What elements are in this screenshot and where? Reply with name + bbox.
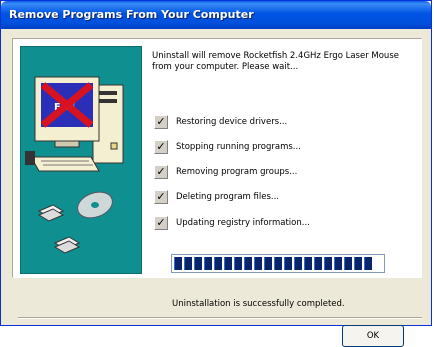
checkmark-icon: ✓ (154, 165, 168, 179)
side-illustration-panel: EXE (20, 46, 142, 274)
task-row: ✓ Stopping running programs... (154, 140, 414, 157)
task-row: ✓ Updating registry information... (154, 216, 414, 233)
task-label: Removing program groups... (176, 167, 298, 177)
task-row: ✓ Deleting program files... (154, 190, 414, 207)
uninstall-dialog: Remove Programs From Your Computer EXE (0, 0, 432, 347)
progress-segment (194, 257, 202, 270)
task-label: Deleting program files... (176, 192, 280, 202)
task-label: Restoring device drivers... (176, 117, 288, 127)
progress-fill (174, 257, 382, 270)
progress-segment (184, 257, 192, 270)
progress-segment (324, 257, 332, 270)
checkmark-icon: ✓ (154, 115, 168, 129)
task-row: ✓ Removing program groups... (154, 165, 414, 182)
progress-segment (334, 257, 342, 270)
progress-segment (304, 257, 312, 270)
progress-segment (314, 257, 322, 270)
dialog-body: EXE (4, 29, 428, 347)
checkmark-icon: ✓ (154, 190, 168, 204)
task-row: ✓ Restoring device drivers... (154, 115, 414, 132)
uninstall-message: Uninstall will remove Rocketfish 2.4GHz … (152, 51, 399, 72)
progress-segment (214, 257, 222, 270)
task-label: Stopping running programs... (176, 142, 301, 152)
progress-bar (171, 254, 385, 273)
task-label: Updating registry information... (176, 218, 310, 228)
content-frame: EXE (12, 38, 422, 309)
progress-segment (244, 257, 252, 270)
progress-segment (254, 257, 262, 270)
progress-segment (264, 257, 272, 270)
progress-segment (224, 257, 232, 270)
progress-segment (204, 257, 212, 270)
progress-segment (284, 257, 292, 270)
computer-with-uninstall-x-icon: EXE (25, 76, 124, 254)
progress-segment (344, 257, 352, 270)
window-title: Remove Programs From Your Computer (9, 8, 254, 21)
divider (18, 317, 422, 319)
progress-segment (234, 257, 242, 270)
checkmark-icon: ✓ (154, 216, 168, 230)
progress-segment (354, 257, 362, 270)
progress-segment (274, 257, 282, 270)
progress-segment (174, 257, 182, 270)
ok-button[interactable]: OK (342, 325, 404, 347)
checkmark-icon: ✓ (154, 140, 168, 154)
status-text: Uninstallation is successfully completed… (172, 299, 345, 309)
title-bar[interactable]: Remove Programs From Your Computer (1, 1, 431, 29)
progress-segment (364, 257, 372, 270)
progress-segment (294, 257, 302, 270)
